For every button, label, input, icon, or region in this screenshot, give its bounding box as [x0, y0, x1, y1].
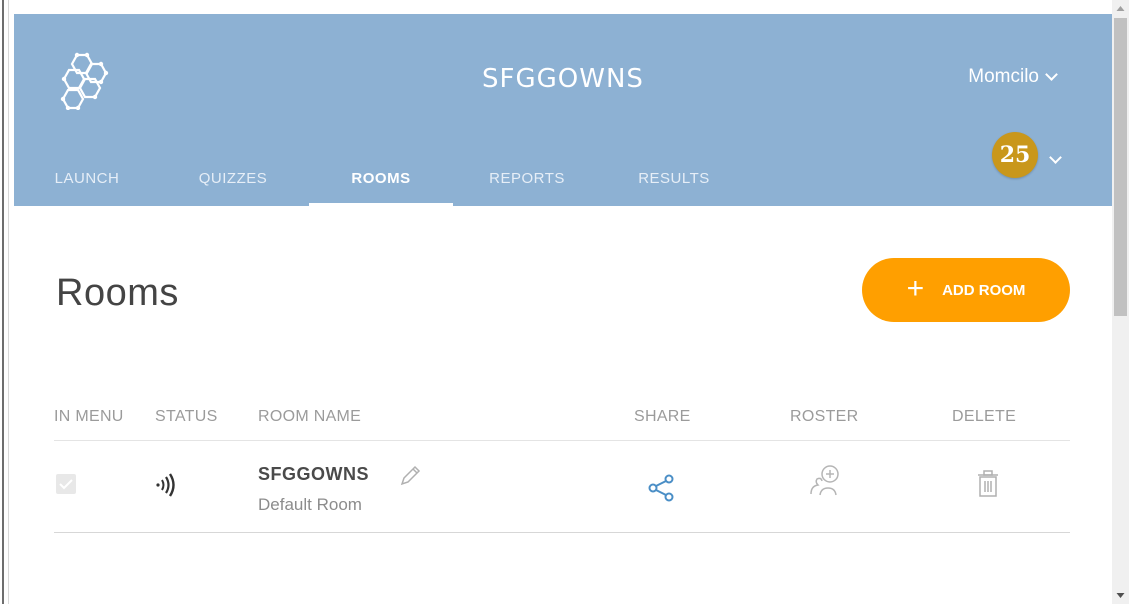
header-room-name: ROOM NAME [258, 408, 362, 425]
app-title: SFGGOWNS [482, 64, 644, 94]
header-roster: ROSTER [790, 408, 859, 425]
trash-icon[interactable] [976, 470, 1000, 498]
chevron-down-icon [1045, 68, 1058, 81]
vertical-scrollbar[interactable] [1112, 0, 1129, 604]
plus-icon: + [906, 271, 925, 305]
tab-rooms[interactable]: ROOMS [309, 164, 453, 206]
page-title: Rooms [56, 272, 179, 314]
tab-reports[interactable]: REPORTS [482, 164, 572, 206]
app-container: SFGGOWNS Momcilo LAUNCH QUIZZES ROOMS RE… [14, 14, 1112, 604]
tab-results[interactable]: RESULTS [634, 164, 714, 206]
add-room-button[interactable]: + ADD ROOM [862, 258, 1070, 322]
language-menu[interactable]: 25 [992, 132, 1062, 192]
tab-launch[interactable]: LAUNCH [48, 164, 126, 206]
add-room-label: ADD ROOM [942, 281, 1026, 299]
row-divider [54, 532, 1070, 533]
broadcast-icon [156, 473, 175, 497]
room-name: SFGGOWNS [258, 464, 369, 484]
header-status: STATUS [155, 408, 218, 425]
user-name: Momcilo [968, 66, 1039, 87]
add-roster-icon[interactable] [806, 464, 842, 498]
scroll-down-arrow-icon[interactable] [1112, 587, 1129, 604]
top-header: SFGGOWNS Momcilo LAUNCH QUIZZES ROOMS RE… [14, 14, 1112, 206]
window-left-edge [0, 0, 14, 604]
scrollbar-thumb[interactable] [1114, 18, 1127, 316]
share-icon[interactable] [648, 474, 676, 502]
header-in-menu: IN MENU [54, 408, 124, 425]
scroll-up-arrow-icon[interactable] [1112, 0, 1129, 17]
user-menu[interactable]: Momcilo [968, 66, 1058, 88]
chevron-down-icon [1049, 151, 1062, 164]
in-menu-checkbox[interactable] [56, 474, 76, 494]
notification-badge: 25 [992, 132, 1038, 178]
tab-quizzes[interactable]: QUIZZES [192, 164, 274, 206]
main-tabs: LAUNCH QUIZZES ROOMS REPORTS RESULTS [14, 164, 774, 206]
header-divider [54, 440, 1070, 441]
pencil-icon[interactable] [398, 464, 422, 488]
room-subtitle: Default Room [258, 495, 362, 514]
header-delete: DELETE [952, 408, 1017, 425]
checkmark-icon [59, 479, 73, 490]
header-share: SHARE [634, 408, 691, 425]
